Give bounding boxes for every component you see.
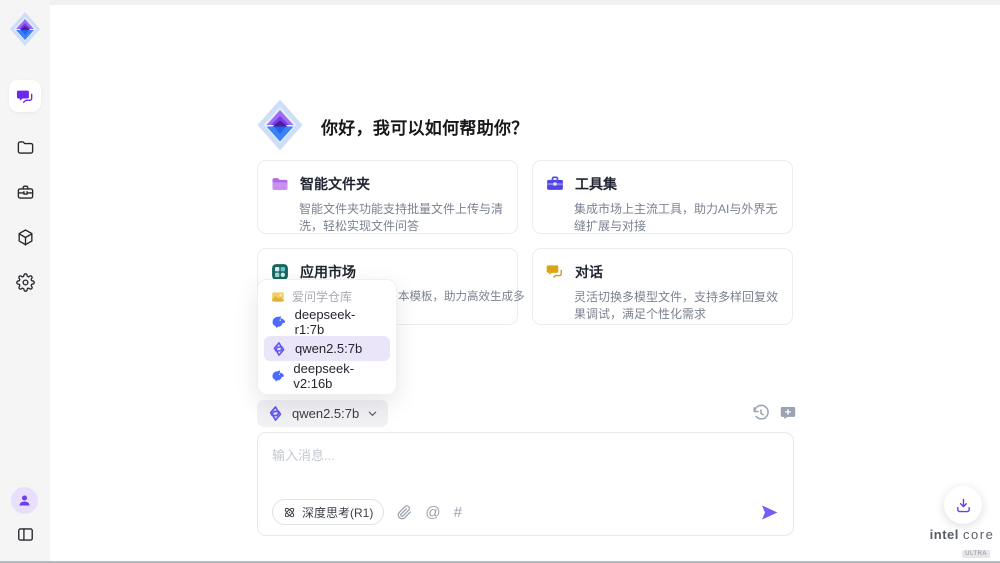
panel-toggle-icon bbox=[16, 525, 35, 544]
intel-core-logo: intel core ULTRA bbox=[928, 527, 996, 560]
deep-think-toggle[interactable]: 深度思考(R1) bbox=[272, 499, 384, 525]
model-option-deepseek-v2[interactable]: deepseek-v2:16b bbox=[264, 363, 390, 388]
deepseek-icon bbox=[271, 368, 285, 384]
card-smart-folder[interactable]: 智能文件夹 智能文件夹功能支持批量文件上传与清洗，轻松实现文件问答 bbox=[257, 160, 518, 234]
ultra-badge: ULTRA bbox=[962, 550, 990, 558]
intel-wordmark: intel bbox=[930, 527, 959, 542]
attachment-button[interactable] bbox=[397, 505, 412, 520]
send-icon bbox=[760, 503, 779, 522]
send-button[interactable] bbox=[760, 503, 779, 522]
card-dialogue[interactable]: 对话 灵活切换多模型文件，支持多样回复效果调试，满足个性化需求 bbox=[532, 248, 793, 325]
new-chat-button[interactable] bbox=[779, 404, 797, 422]
model-selector-value: qwen2.5:7b bbox=[292, 406, 359, 421]
download-fab[interactable] bbox=[944, 486, 982, 524]
new-chat-icon bbox=[779, 404, 797, 422]
card-title: 工具集 bbox=[575, 174, 617, 194]
greeting-logo-icon bbox=[255, 98, 305, 152]
dialogue-icon bbox=[545, 262, 565, 282]
download-icon bbox=[955, 497, 972, 514]
model-group-label: 爱问学仓库 bbox=[264, 286, 390, 307]
card-description: 集成市场上主流工具，助力AI与外界无缝扩展与对接 bbox=[574, 201, 780, 235]
cube-icon bbox=[16, 228, 35, 247]
hash-button[interactable]: # bbox=[454, 505, 462, 520]
deep-think-label: 深度思考(R1) bbox=[302, 504, 373, 521]
history-button[interactable] bbox=[752, 404, 770, 422]
card-title: 对话 bbox=[575, 262, 603, 282]
message-composer: 深度思考(R1) @ # bbox=[257, 432, 794, 536]
card-description: 智能文件夹功能支持批量文件上传与清洗，轻松实现文件问答 bbox=[299, 201, 505, 235]
model-option-qwen[interactable]: qwen2.5:7b bbox=[264, 336, 390, 361]
user-avatar-icon bbox=[17, 493, 32, 508]
message-input[interactable] bbox=[258, 433, 793, 495]
toolbox-icon bbox=[16, 183, 35, 202]
model-dropdown: 爱问学仓库 deepseek-r1:7b qwen2.5:7b deepseek… bbox=[257, 279, 397, 395]
mention-button[interactable]: @ bbox=[425, 505, 440, 520]
qwen-icon bbox=[271, 341, 287, 357]
chevron-down-icon bbox=[367, 408, 378, 419]
atom-icon bbox=[283, 506, 296, 519]
sidebar-item-models[interactable] bbox=[9, 221, 41, 253]
folder-icon bbox=[16, 138, 35, 157]
model-repo-icon bbox=[271, 290, 285, 304]
greeting-title: 你好，我可以如何帮助你？ bbox=[321, 114, 529, 139]
smart-folder-icon bbox=[270, 174, 290, 194]
history-icon bbox=[752, 404, 770, 422]
toolset-icon bbox=[545, 174, 565, 194]
sidebar-item-folders[interactable] bbox=[9, 131, 41, 163]
core-wordmark: core bbox=[963, 527, 994, 542]
model-selector[interactable]: qwen2.5:7b bbox=[257, 400, 388, 427]
deepseek-icon bbox=[271, 314, 287, 330]
card-toolset[interactable]: 工具集 集成市场上主流工具，助力AI与外界无缝扩展与对接 bbox=[532, 160, 793, 234]
paperclip-icon bbox=[397, 505, 412, 520]
sidebar bbox=[0, 0, 50, 563]
qwen-icon bbox=[267, 405, 284, 422]
card-description: 本模板，助力高效生成多 bbox=[398, 289, 505, 306]
window-top-strip bbox=[0, 0, 1000, 5]
user-profile-button[interactable] bbox=[11, 487, 38, 514]
sidebar-item-toolbox[interactable] bbox=[9, 176, 41, 208]
sidebar-item-chat[interactable] bbox=[9, 80, 41, 112]
gear-icon bbox=[16, 273, 35, 292]
composer-toolbar: 深度思考(R1) @ # bbox=[272, 499, 779, 525]
chat-icon bbox=[16, 87, 35, 106]
card-title: 智能文件夹 bbox=[300, 174, 370, 194]
card-description: 灵活切换多模型文件，支持多样回复效果调试，满足个性化需求 bbox=[574, 289, 780, 323]
app-window: 你好，我可以如何帮助你？ 智能文件夹 智能文件夹功能支持批量文件上传与清洗，轻松… bbox=[0, 0, 1000, 563]
sidebar-item-settings[interactable] bbox=[9, 266, 41, 298]
app-logo-icon bbox=[9, 11, 41, 47]
model-option-deepseek-r1[interactable]: deepseek-r1:7b bbox=[264, 309, 390, 334]
sidebar-collapse-button[interactable] bbox=[9, 518, 41, 550]
